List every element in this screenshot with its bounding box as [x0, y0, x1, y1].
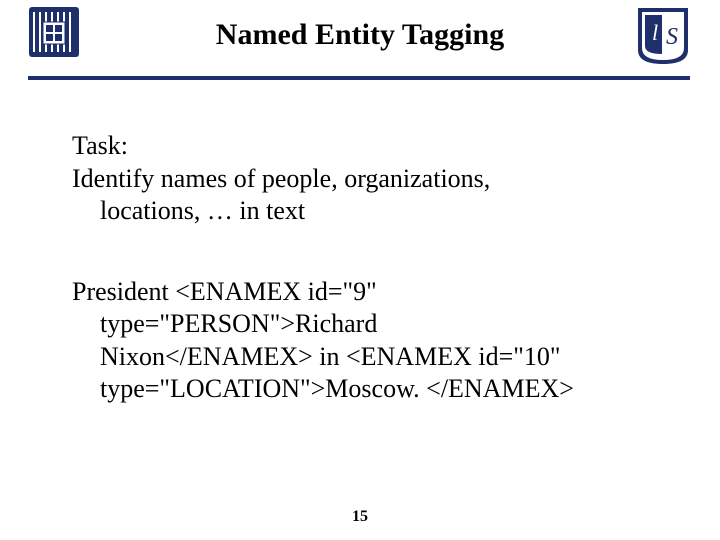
page-number: 15	[0, 508, 720, 526]
header-divider	[28, 76, 690, 80]
example-line-3: Nixon</ENAMEX> in <ENAMEX id="10"	[72, 341, 660, 374]
example-paragraph: President <ENAMEX id="9" type="PERSON">R…	[72, 276, 660, 406]
svg-text:l: l	[652, 20, 658, 45]
slide-title: Named Entity Tagging	[0, 18, 720, 52]
svg-text:S: S	[666, 24, 678, 50]
task-paragraph: Task: Identify names of people, organiza…	[72, 130, 660, 228]
task-label: Task:	[72, 130, 660, 163]
ls-logo-icon: l S	[636, 6, 690, 66]
example-line-2: type="PERSON">Richard	[72, 308, 660, 341]
task-line-2: Identify names of people, organizations,	[72, 163, 660, 196]
example-line-4: type="LOCATION">Moscow. </ENAMEX>	[72, 373, 660, 406]
example-line-1: President <ENAMEX id="9"	[72, 276, 660, 309]
slide-body: Task: Identify names of people, organiza…	[72, 130, 660, 406]
slide: Named Entity Tagging l S Task: Identify …	[0, 0, 720, 540]
slide-header: Named Entity Tagging l S	[0, 0, 720, 76]
task-line-3: locations, … in text	[72, 195, 660, 228]
